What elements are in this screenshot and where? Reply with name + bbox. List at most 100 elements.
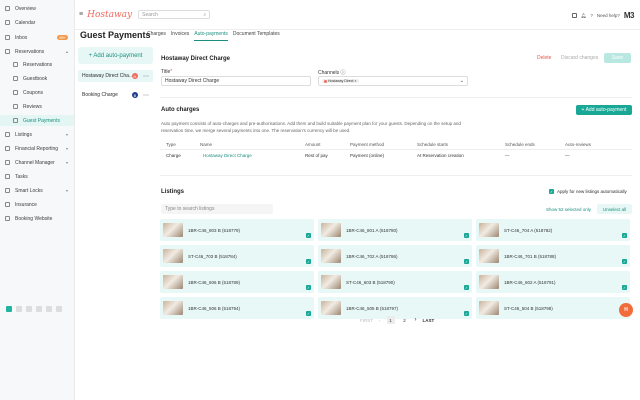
facebook-icon[interactable] [36,306,42,312]
listing-card[interactable]: 1BR-C46_702 A (518786) ✓ [318,245,472,267]
apply-new-listings-toggle[interactable]: ✓ Apply for new listings automatically [549,189,627,194]
listing-card[interactable]: 1BR-C46_506 B (518794) ✓ [160,297,314,319]
calendar-icon [5,20,10,25]
sidebar-item-calendar[interactable]: Calendar [0,17,74,28]
sidebar-item-reservations[interactable]: Reservations ▴ [0,46,74,57]
avatar[interactable]: M3 [624,11,635,20]
add-auto-payment-button[interactable]: + Add auto-payment [576,105,632,115]
listing-card[interactable]: ST-C46_504 B (518798)✓ [476,297,630,319]
toggle-icon[interactable] [6,306,12,312]
channels-select[interactable]: Hostaway Direct × ⌄ [318,76,468,86]
title-field[interactable]: Hostaway Direct Charge [161,76,311,86]
sidebar-item-tasks[interactable]: Tasks [0,171,74,182]
next-page-button[interactable]: › [415,317,417,323]
chevron-up-icon: ▴ [65,49,68,54]
tasks-icon [5,174,10,179]
table-header: Type Name Amount Payment method Schedule… [160,142,632,150]
calendar-icon[interactable] [571,13,577,18]
listing-card[interactable]: 1BR-C46_701 B (518788) ✓ [476,245,630,267]
checkbox[interactable]: ✓ [306,285,311,290]
list-icon [13,62,18,67]
sidebar-item-reviews[interactable]: Reviews [0,101,74,112]
tabs: Charges Invoices Auto-payments Document … [147,31,280,41]
sidebar-item-reservations-sub[interactable]: Reservations [0,59,74,70]
checkbox[interactable]: ✓ [464,259,469,264]
sidebar-item-listings[interactable]: Listings ▾ [0,129,74,140]
listing-card[interactable]: ST-C46_703 B (518784) ✓ [160,245,314,267]
checkbox[interactable]: ✓ [622,233,627,238]
sidebar-item-insurance[interactable]: Insurance [0,199,74,210]
linkedin-icon[interactable] [56,306,62,312]
search-input[interactable]: Search ⌕ [138,10,211,19]
instagram-icon[interactable] [46,306,52,312]
checkbox[interactable]: ✓ [306,259,311,264]
sidebar: Overview Calendar Inbox 99+ Reservations ▴… [0,0,75,400]
help-link[interactable]: Need help? [597,13,620,18]
listing-thumbnail [479,275,499,289]
sidebar-item-channel-manager[interactable]: Channel Manager ▾ [0,157,74,168]
hamburger-icon[interactable]: ≡ [79,11,83,18]
listing-card[interactable]: 1BR-C46_803 B (518779) ✓ [160,219,314,241]
sidebar-item-financial-reporting[interactable]: Financial Reporting ▾ [0,143,74,154]
listing-thumbnail [163,249,183,263]
apple-icon[interactable] [16,306,22,312]
add-auto-payment-button[interactable]: + Add auto-payment [78,47,153,64]
tab-invoices[interactable]: Invoices [171,31,189,41]
twitter-icon[interactable] [26,306,32,312]
last-page-button[interactable]: LAST [423,318,435,323]
checkbox[interactable]: ✓ [306,233,311,238]
save-button[interactable]: Save [604,53,631,63]
checkbox[interactable]: ✓ [464,311,469,316]
listing-card[interactable]: ST-C46_603 B (518790) ✓ [318,271,472,293]
listings-grid: 1BR-C46_803 B (518779) ✓ 1BR-C46_801 A (5… [160,219,632,319]
charge-name-link[interactable]: Hostaway Direct Charge [203,153,252,158]
bell-icon[interactable]: 🔔︎ [581,13,587,19]
sidebar-item-guest-payments[interactable]: Guest Payments [0,115,74,126]
listings-search-input[interactable]: Type to search listings [161,204,273,214]
payment-item[interactable]: Booking Charge B ⋯ [78,89,153,101]
tab-charges[interactable]: Charges [147,31,166,41]
channel-chip[interactable]: Hostaway Direct × [322,79,359,83]
payment-icon [13,118,18,123]
listing-card[interactable]: 1BR-C46_606 B (518789) ✓ [160,271,314,293]
listings-icon [5,132,10,137]
sidebar-item-inbox[interactable]: Inbox 99+ [0,32,74,43]
sidebar-item-smart-locks[interactable]: Smart Locks ▾ [0,185,74,196]
payment-item[interactable]: Hostaway Direct Cha... H ⋯ [78,70,153,82]
listing-thumbnail [479,301,499,315]
listing-thumbnail [321,301,341,315]
listing-card[interactable]: 1BR-C46_801 A (518780) ✓ [318,219,472,241]
checkbox[interactable]: ✓ [464,233,469,238]
checkbox[interactable]: ✓ [464,285,469,290]
show-selected-link[interactable]: Show 52 selected only [546,207,591,212]
delete-button[interactable]: Delete [537,55,551,61]
tab-document-templates[interactable]: Document Templates [233,31,280,41]
sidebar-item-guestbook[interactable]: Guestbook [0,73,74,84]
chevron-down-icon: ⌄ [459,78,464,84]
sidebar-item-coupons[interactable]: Coupons [0,87,74,98]
more-icon[interactable]: ⋯ [143,73,149,80]
auto-charges-description: Auto payment consists of auto-charges an… [161,121,461,133]
form-title: Hostaway Direct Charge [161,56,231,62]
table-row[interactable]: Charge Hostaway Direct Charge Rest of pa… [160,153,632,163]
checkbox[interactable]: ✓ [622,259,627,264]
chevron-down-icon: ▾ [65,160,68,165]
first-page-button[interactable]: FIRST [360,318,373,323]
page-button[interactable]: 1 [386,316,395,324]
more-icon[interactable]: ⋯ [143,92,149,99]
unselect-all-button[interactable]: Unselect all [597,204,632,214]
checkbox[interactable]: ✓ [306,311,311,316]
listing-card[interactable]: 1BR-C46_602 A (518791) ✓ [476,271,630,293]
discard-changes-button[interactable]: Discard changes [561,55,598,61]
listing-card[interactable]: ST-C46_704 A (518782) ✓ [476,219,630,241]
tab-auto-payments[interactable]: Auto-payments [194,31,228,41]
checkbox[interactable]: ✓ [622,285,627,290]
help-icon[interactable]: ? [590,13,593,18]
sidebar-item-booking-website[interactable]: Booking Website [0,213,74,224]
prev-page-button[interactable]: ‹ [379,318,381,323]
page-button[interactable]: 2 [401,316,409,324]
checkbox[interactable]: ✓ [549,189,554,194]
sidebar-item-overview[interactable]: Overview [0,3,74,14]
close-icon[interactable]: × [354,79,356,83]
chat-widget-button[interactable]: H [619,303,633,317]
